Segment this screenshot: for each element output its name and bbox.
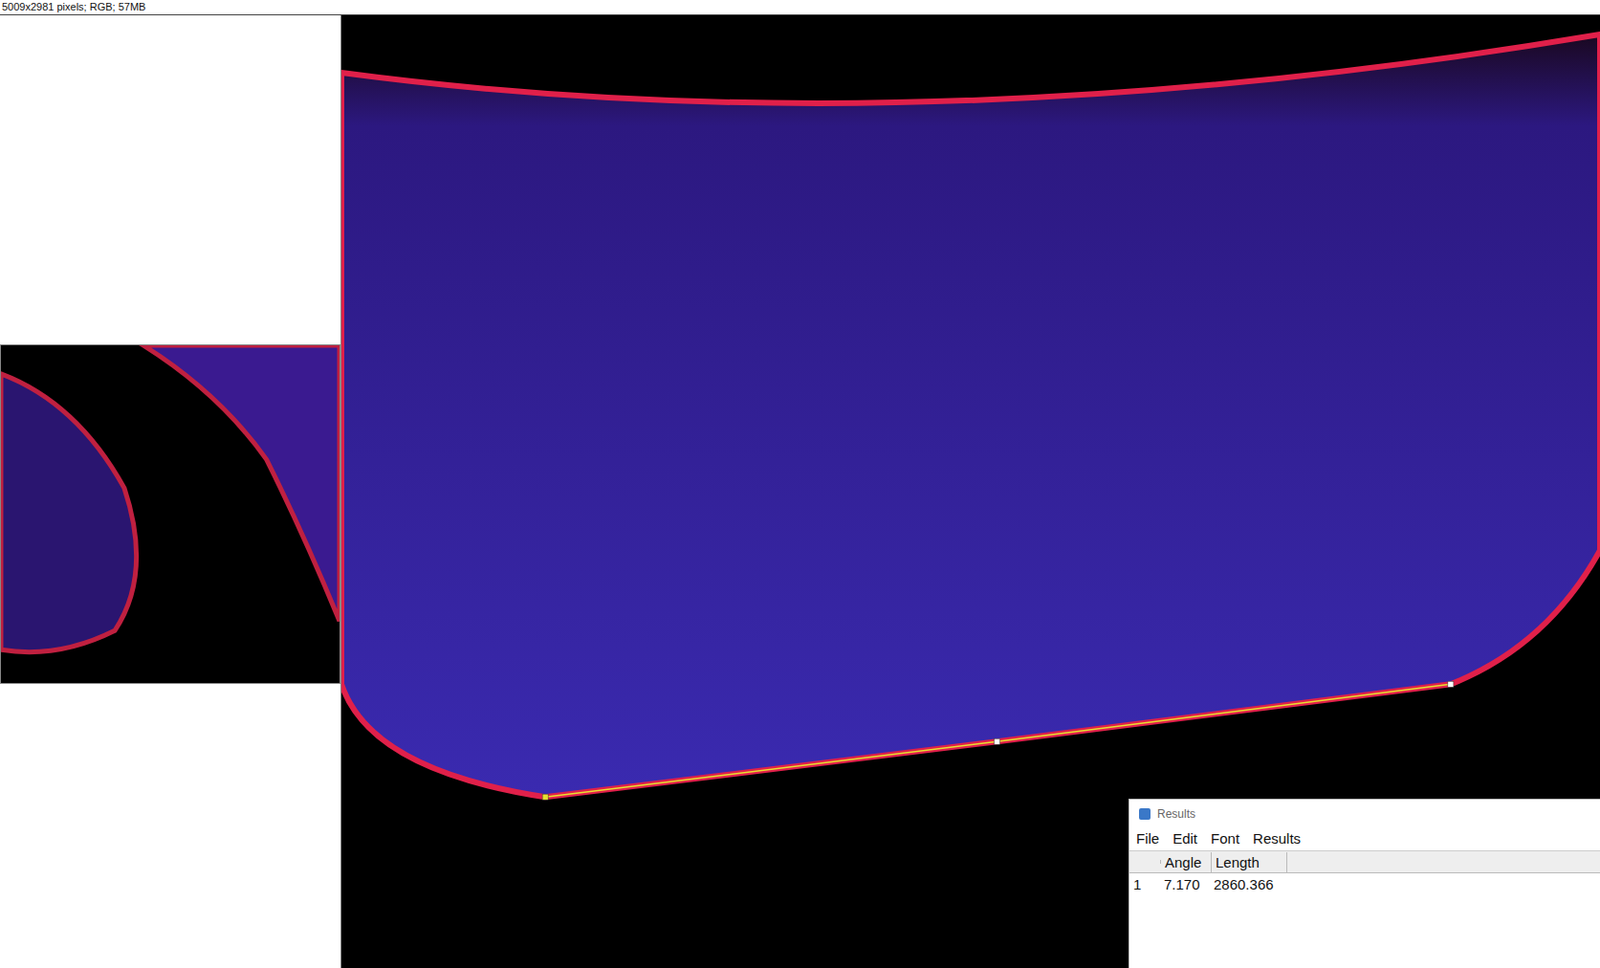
table-header: AngleLength <box>1129 851 1600 874</box>
left-panel <box>0 15 342 968</box>
menu-bar: File Edit Font Results <box>1129 828 1600 851</box>
image-info-bar: 5009x2981 pixels; RGB; 57MB <box>0 0 1600 16</box>
menu-item[interactable]: Edit <box>1172 830 1198 847</box>
imagej-screen: 5009x2981 pixels; RGB; 57MBResultsFileEd… <box>0 0 1600 968</box>
column-header[interactable]: Length <box>1211 852 1288 873</box>
results-title-bar[interactable]: Results <box>1129 799 1600 829</box>
inset-image <box>0 344 341 684</box>
line-roi[interactable] <box>545 683 1451 797</box>
menu-item[interactable]: Results <box>1252 830 1301 847</box>
table-row[interactable]: 17.1702860.366 <box>1129 873 1600 895</box>
menu-item[interactable]: File <box>1136 830 1160 847</box>
menu-item[interactable]: Font <box>1210 830 1240 847</box>
results-window[interactable]: ResultsFileEditFontResultsAngleLength17.… <box>1128 798 1600 968</box>
imagej-icon <box>1139 808 1151 820</box>
column-header[interactable]: Angle <box>1161 852 1212 873</box>
results-table: AngleLength17.1702860.366 <box>1129 850 1600 895</box>
